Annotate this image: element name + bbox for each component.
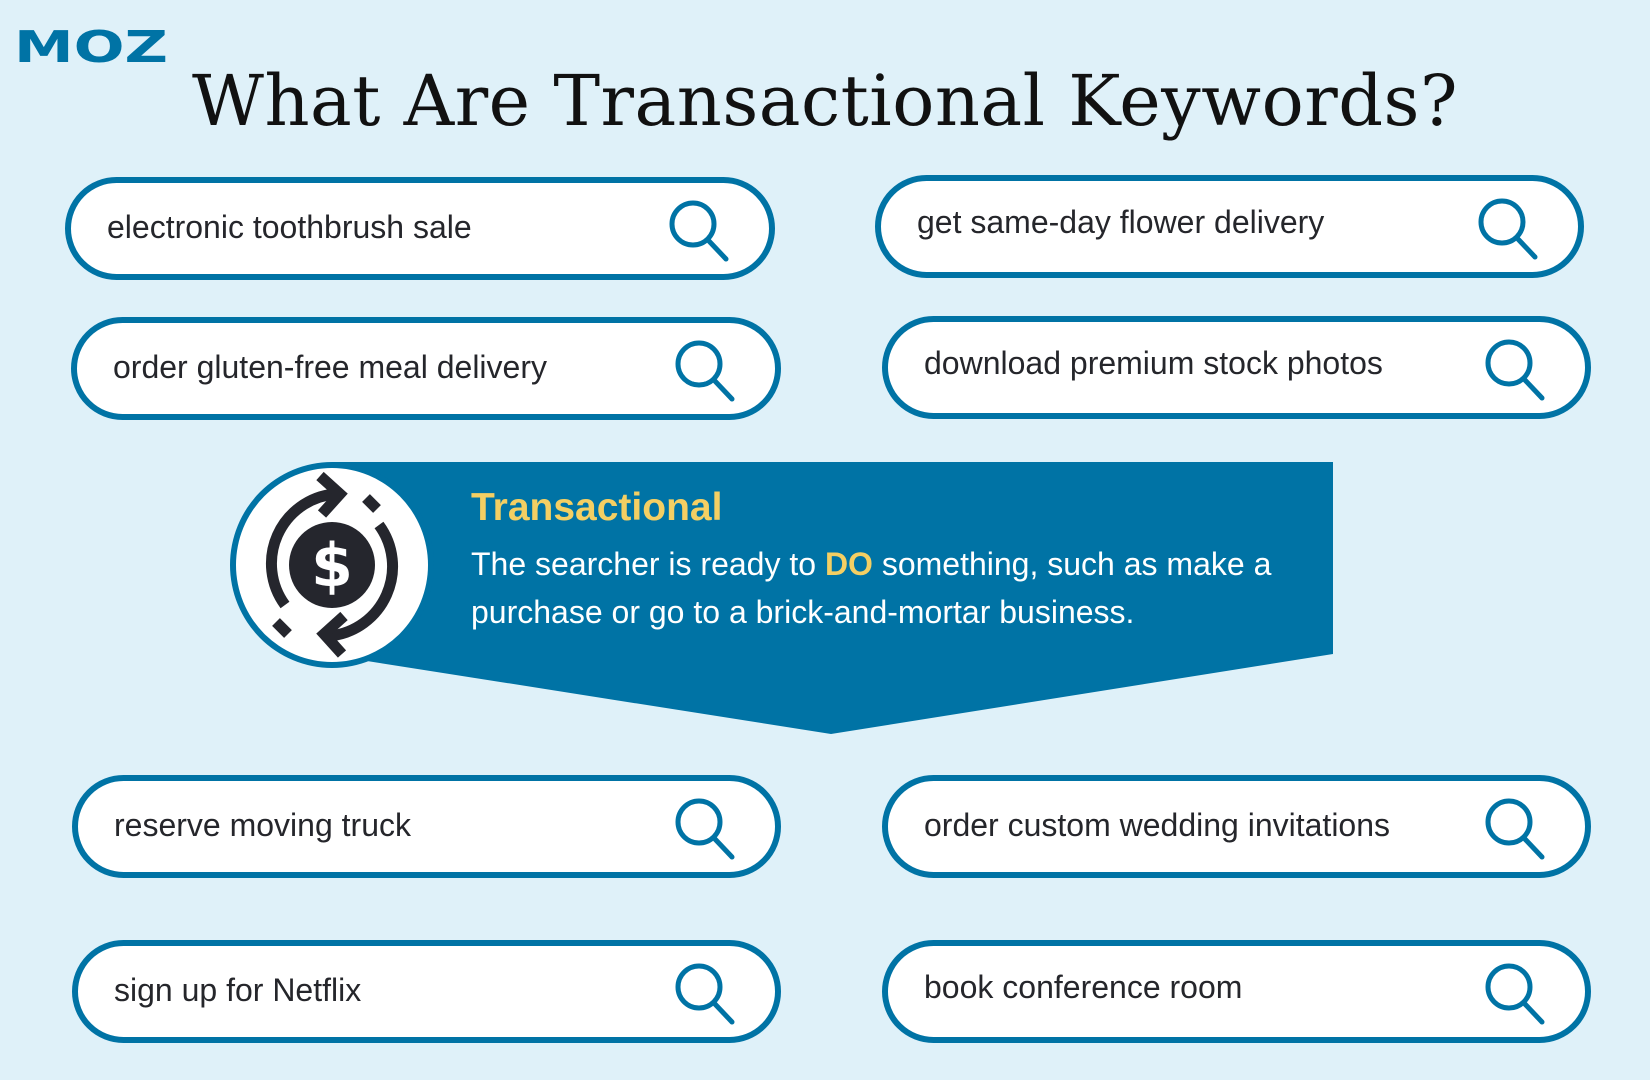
search-box[interactable]: sign up for Netflix bbox=[72, 940, 781, 1043]
search-icon[interactable] bbox=[1483, 795, 1547, 863]
search-box[interactable]: order custom wedding invitations bbox=[882, 775, 1591, 878]
callout-text: Transactional The searcher is ready to D… bbox=[471, 484, 1321, 636]
search-query[interactable]: order gluten-free meal delivery bbox=[113, 349, 547, 386]
search-icon[interactable] bbox=[1483, 960, 1547, 1028]
callout-icon-badge: $ bbox=[230, 462, 434, 668]
search-query[interactable]: download premium stock photos bbox=[924, 345, 1383, 382]
search-box[interactable]: download premium stock photos bbox=[882, 316, 1591, 419]
dollar-exchange-icon: $ bbox=[265, 471, 399, 658]
callout-body: The searcher is ready to DO something, s… bbox=[471, 540, 1321, 636]
svg-text:$: $ bbox=[311, 531, 353, 601]
callout-body-highlight: DO bbox=[824, 546, 873, 582]
search-query[interactable]: electronic toothbrush sale bbox=[107, 209, 472, 246]
search-box[interactable]: electronic toothbrush sale bbox=[65, 177, 775, 280]
search-icon[interactable] bbox=[673, 337, 737, 405]
callout-heading: Transactional bbox=[471, 486, 723, 529]
search-icon[interactable] bbox=[1476, 195, 1540, 263]
callout-body-text: The searcher is ready to bbox=[471, 546, 825, 582]
search-query[interactable]: reserve moving truck bbox=[114, 807, 411, 844]
search-box[interactable]: order gluten-free meal delivery bbox=[71, 317, 781, 420]
search-icon[interactable] bbox=[1483, 336, 1547, 404]
search-query[interactable]: sign up for Netflix bbox=[114, 972, 361, 1009]
page-title: What Are Transactional Keywords? bbox=[0, 56, 1650, 146]
search-query[interactable]: get same-day flower delivery bbox=[917, 204, 1324, 241]
search-query[interactable]: order custom wedding invitations bbox=[924, 807, 1390, 844]
search-query[interactable]: book conference room bbox=[924, 969, 1242, 1006]
search-icon[interactable] bbox=[673, 960, 737, 1028]
search-box[interactable]: get same-day flower delivery bbox=[875, 175, 1584, 278]
page-title-text: What Are Transactional Keywords? bbox=[192, 60, 1458, 142]
search-icon[interactable] bbox=[673, 795, 737, 863]
search-box[interactable]: book conference room bbox=[882, 940, 1591, 1043]
search-icon[interactable] bbox=[667, 197, 731, 265]
search-box[interactable]: reserve moving truck bbox=[72, 775, 781, 878]
